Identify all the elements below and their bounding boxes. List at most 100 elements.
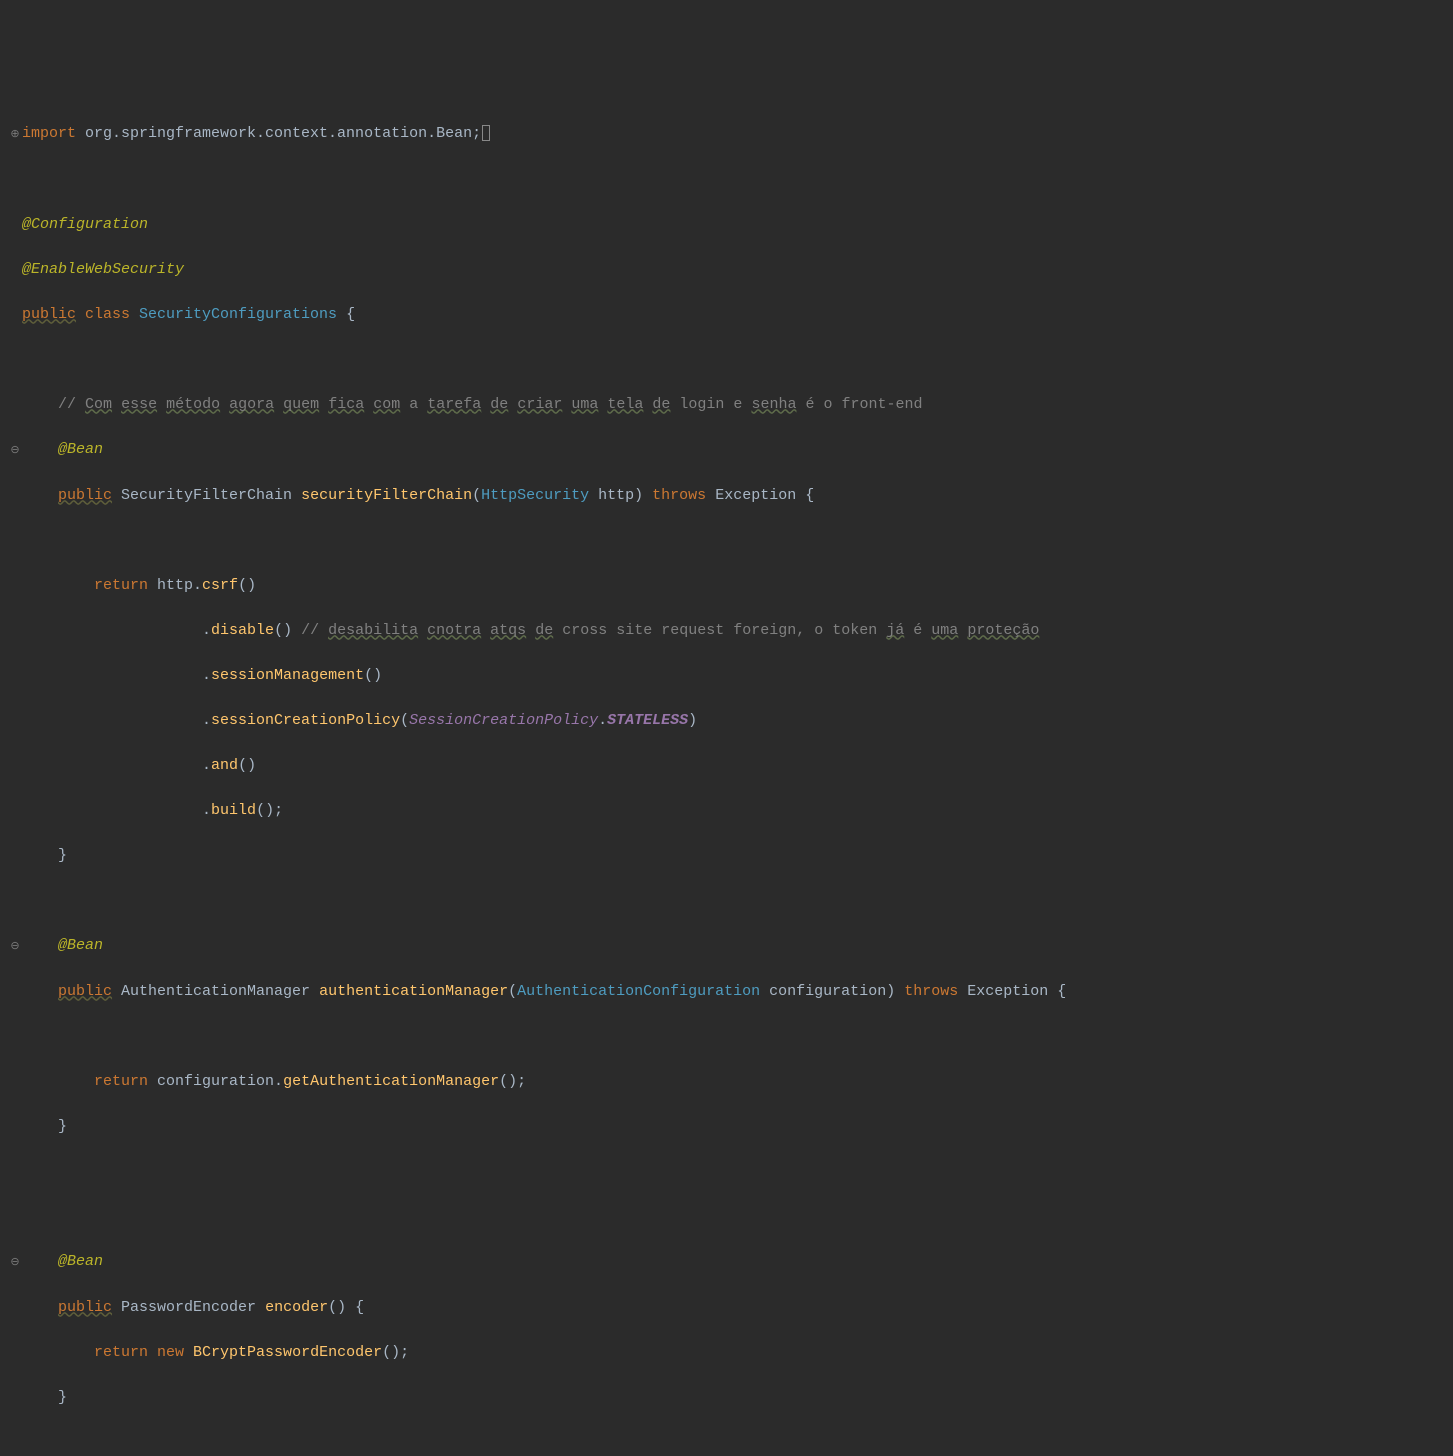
param-name: http bbox=[589, 487, 634, 504]
brace: } bbox=[58, 847, 67, 864]
code-line[interactable] bbox=[8, 1432, 1453, 1455]
gutter bbox=[8, 1161, 22, 1184]
code-line[interactable]: return configuration.getAuthenticationMa… bbox=[8, 1071, 1453, 1094]
comment-word: desabilita bbox=[328, 622, 418, 639]
comment-word: uma bbox=[571, 396, 598, 413]
comment-word: senha bbox=[751, 396, 796, 413]
exception-type: Exception bbox=[958, 983, 1057, 1000]
code-line[interactable]: return http.csrf() bbox=[8, 575, 1453, 598]
code-line[interactable] bbox=[8, 1206, 1453, 1229]
code-line[interactable]: ⊖ @Bean bbox=[8, 439, 1453, 463]
comment-word: com bbox=[373, 396, 400, 413]
code-line[interactable]: @EnableWebSecurity bbox=[8, 259, 1453, 282]
code-line[interactable]: public PasswordEncoder encoder() { bbox=[8, 1297, 1453, 1320]
annotation: @EnableWebSecurity bbox=[22, 261, 184, 278]
comment: // bbox=[58, 396, 85, 413]
brace: } bbox=[58, 1118, 67, 1135]
code-line[interactable]: public SecurityFilterChain securityFilte… bbox=[8, 485, 1453, 508]
comment-word: cnotra bbox=[427, 622, 481, 639]
gutter-expand-icon[interactable]: ⊕ bbox=[8, 123, 22, 147]
code-line[interactable]: .sessionCreationPolicy(SessionCreationPo… bbox=[8, 710, 1453, 733]
gutter-collapse-icon[interactable]: ⊖ bbox=[8, 1251, 22, 1275]
method-name: encoder bbox=[265, 1299, 328, 1316]
method-call: getAuthenticationManager bbox=[283, 1073, 499, 1090]
code-line[interactable] bbox=[8, 169, 1453, 192]
code-line[interactable]: ⊕import org.springframework.context.anno… bbox=[8, 123, 1453, 147]
keyword-return: return bbox=[94, 1344, 148, 1361]
param-type: HttpSecurity bbox=[481, 487, 589, 504]
gutter bbox=[8, 800, 22, 823]
gutter bbox=[8, 575, 22, 598]
comment-word: tela bbox=[607, 396, 643, 413]
code-line[interactable] bbox=[8, 1026, 1453, 1049]
brace: } bbox=[58, 1389, 67, 1406]
code-line[interactable]: .disable() // desabilita cnotra atqs de … bbox=[8, 620, 1453, 643]
keyword-throws: throws bbox=[904, 983, 958, 1000]
code-line[interactable]: } bbox=[8, 845, 1453, 868]
comment-word: método bbox=[166, 396, 220, 413]
gutter-collapse-icon[interactable]: ⊖ bbox=[8, 439, 22, 463]
method-name: authenticationManager bbox=[319, 983, 508, 1000]
constructor-call: BCryptPasswordEncoder bbox=[193, 1344, 382, 1361]
annotation: @Configuration bbox=[22, 216, 148, 233]
code-line[interactable]: .and() bbox=[8, 755, 1453, 778]
comment-word: já bbox=[886, 622, 904, 639]
brace: { bbox=[337, 306, 355, 323]
code-line[interactable]: @Configuration bbox=[8, 214, 1453, 237]
comment-word: criar bbox=[517, 396, 562, 413]
annotation: @Bean bbox=[58, 937, 103, 954]
code-line[interactable] bbox=[8, 349, 1453, 372]
comment-word: de bbox=[652, 396, 670, 413]
code-line[interactable] bbox=[8, 1161, 1453, 1184]
comment-word: de bbox=[490, 396, 508, 413]
gutter bbox=[8, 710, 22, 733]
code-line[interactable]: ⊖ @Bean bbox=[8, 1251, 1453, 1275]
exception-type: Exception bbox=[706, 487, 805, 504]
gutter bbox=[8, 1071, 22, 1094]
code-line[interactable]: return new BCryptPasswordEncoder(); bbox=[8, 1342, 1453, 1365]
cursor-icon bbox=[482, 125, 490, 141]
gutter bbox=[8, 890, 22, 913]
class-name: SecurityConfigurations bbox=[139, 306, 337, 323]
comment-word: atqs bbox=[490, 622, 526, 639]
comment: // bbox=[301, 622, 328, 639]
keyword-public: public bbox=[58, 983, 112, 1000]
gutter bbox=[8, 620, 22, 643]
method-name: securityFilterChain bbox=[301, 487, 472, 504]
comment-word: uma bbox=[931, 622, 958, 639]
code-line[interactable]: .sessionManagement() bbox=[8, 665, 1453, 688]
code-line[interactable]: } bbox=[8, 1116, 1453, 1139]
keyword-public: public bbox=[58, 487, 112, 504]
code-editor[interactable]: ⊕import org.springframework.context.anno… bbox=[0, 90, 1453, 1456]
code-line[interactable]: public class SecurityConfigurations { bbox=[8, 304, 1453, 327]
keyword-return: return bbox=[94, 1073, 148, 1090]
code-line[interactable]: // Com esse método agora quem fica com a… bbox=[8, 394, 1453, 417]
code-line[interactable]: ⊖ @Bean bbox=[8, 935, 1453, 959]
gutter bbox=[8, 349, 22, 372]
code-line[interactable]: } bbox=[8, 1387, 1453, 1410]
annotation: @Bean bbox=[58, 1253, 103, 1270]
gutter bbox=[8, 1297, 22, 1320]
comment-word: fica bbox=[328, 396, 364, 413]
comment-word: esse bbox=[121, 396, 157, 413]
keyword-throws: throws bbox=[652, 487, 706, 504]
return-type: PasswordEncoder bbox=[112, 1299, 265, 1316]
gutter bbox=[8, 755, 22, 778]
enum-constant: STATELESS bbox=[607, 712, 688, 729]
method-call: disable bbox=[211, 622, 274, 639]
gutter bbox=[8, 485, 22, 508]
gutter bbox=[8, 394, 22, 417]
code-line[interactable] bbox=[8, 530, 1453, 553]
gutter-collapse-icon[interactable]: ⊖ bbox=[8, 935, 22, 959]
gutter bbox=[8, 530, 22, 553]
comment-word: quem bbox=[283, 396, 319, 413]
comment-word: agora bbox=[229, 396, 274, 413]
code-line[interactable] bbox=[8, 890, 1453, 913]
gutter bbox=[8, 665, 22, 688]
code-line[interactable]: .build(); bbox=[8, 800, 1453, 823]
return-type: AuthenticationManager bbox=[112, 983, 319, 1000]
param-name: configuration bbox=[760, 983, 886, 1000]
method-call: build bbox=[211, 802, 256, 819]
code-line[interactable]: public AuthenticationManager authenticat… bbox=[8, 981, 1453, 1004]
method-call: csrf bbox=[202, 577, 238, 594]
